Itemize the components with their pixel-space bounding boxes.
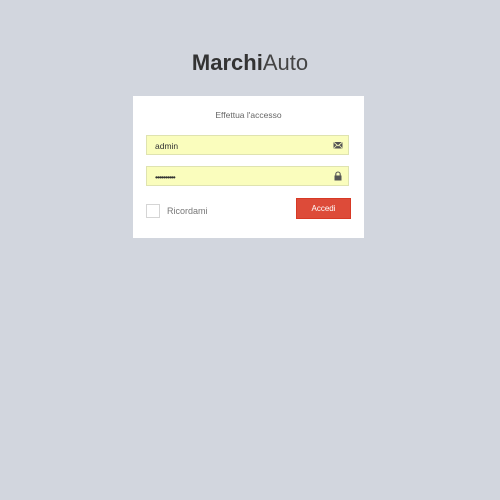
lock-icon: [334, 171, 342, 181]
login-box: Effettua l'accesso Ricordami Accedi: [133, 96, 364, 238]
remember-me-checkbox[interactable]: [146, 204, 160, 218]
username-field-wrapper: [146, 135, 349, 155]
login-title: Effettua l'accesso: [215, 110, 282, 120]
envelope-icon: [333, 141, 343, 149]
logo-bold: Marchi: [191, 50, 263, 75]
password-input[interactable]: [155, 170, 325, 183]
remember-me-label[interactable]: Ricordami: [167, 206, 208, 216]
logo-light: Auto: [262, 50, 309, 75]
app-logo: MarchiAuto: [0, 50, 500, 76]
username-input[interactable]: [155, 139, 325, 152]
login-button[interactable]: Accedi: [296, 198, 351, 219]
password-field-wrapper: [146, 166, 349, 186]
